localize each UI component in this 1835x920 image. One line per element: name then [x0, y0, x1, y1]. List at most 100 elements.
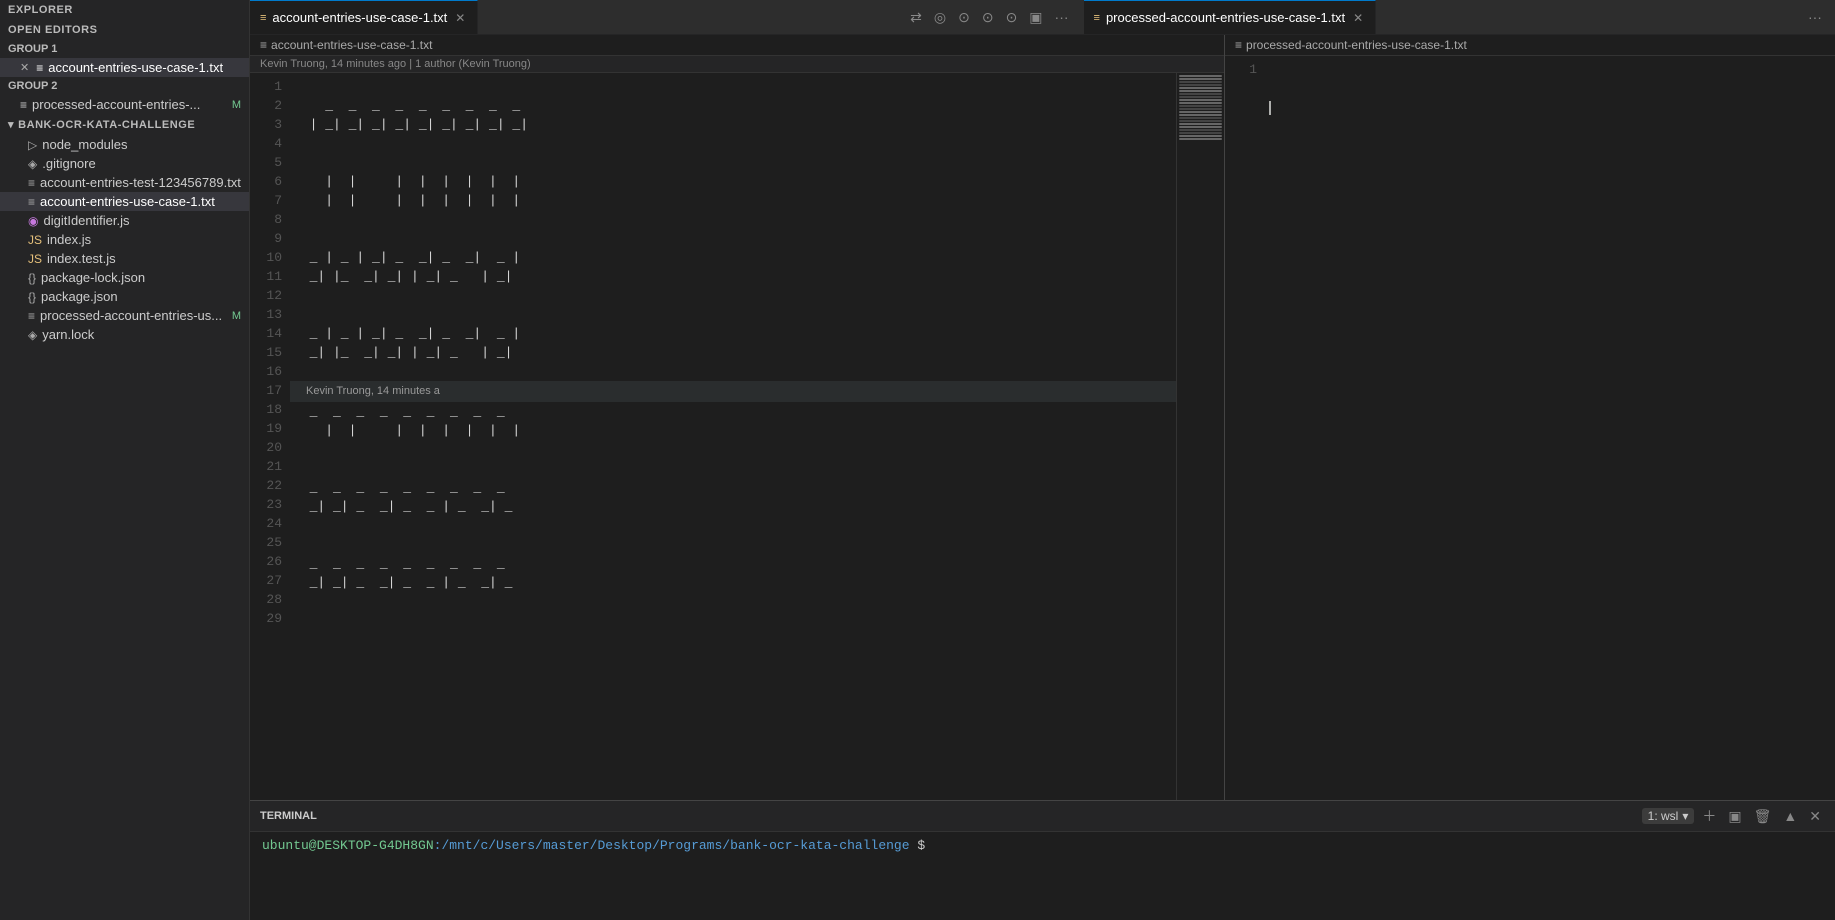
open-editors-header[interactable]: OPEN EDITORS — [0, 20, 249, 40]
split-right-icon[interactable]: ▣ — [1024, 6, 1047, 29]
terminal-user: ubuntu@DESKTOP-G4DH8GN — [262, 838, 434, 853]
sidebar-tree-item[interactable]: ≡account-entries-use-case-1.txt — [0, 192, 249, 211]
right-tab-icon: ≡ — [1094, 12, 1100, 24]
file-icon: JS — [28, 233, 42, 247]
terminal-title: TERMINAL — [260, 810, 317, 822]
minimap — [1176, 73, 1224, 800]
code-line — [290, 592, 1176, 611]
terminal-body[interactable]: ubuntu@DESKTOP-G4DH8GN:/mnt/c/Users/mast… — [250, 832, 1835, 920]
left-tab-close-icon[interactable]: ✕ — [453, 9, 467, 27]
new-terminal-icon[interactable]: ＋ — [1698, 804, 1720, 828]
code-line: _ _ _ _ _ _ _ _ _ — [290, 402, 1176, 421]
right-line-numbers: 1 — [1225, 56, 1265, 800]
file-icon: JS — [28, 252, 42, 266]
right-line-1: 1 — [1233, 60, 1257, 79]
code-line — [290, 77, 1176, 96]
line-number: 24 — [258, 514, 282, 533]
breadcrumb-filename: account-entries-use-case-1.txt — [271, 38, 432, 52]
project-header[interactable]: ▾ BANK-OCR-KATA-CHALLENGE — [0, 114, 249, 135]
line-number: 14 — [258, 324, 282, 343]
open-editor-filename-1: account-entries-use-case-1.txt — [48, 60, 223, 75]
left-editor-content[interactable]: 1234567891011121314151617181920212223242… — [250, 73, 1224, 800]
sidebar-tree-item[interactable]: ≡account-entries-test-123456789.txt — [0, 173, 249, 192]
right-tab-close-icon[interactable]: ✕ — [1351, 9, 1365, 27]
line-numbers: 1234567891011121314151617181920212223242… — [250, 73, 290, 800]
sidebar-tree-item[interactable]: ◈yarn.lock — [0, 325, 249, 344]
go-live-icon[interactable]: ◎ — [929, 6, 951, 29]
right-panel-more-icon[interactable]: ··· — [1803, 6, 1827, 28]
line-number: 4 — [258, 134, 282, 153]
line-number: 17 — [258, 381, 282, 400]
code-line: | | | | | | | | — [290, 172, 1176, 191]
close-terminal-icon[interactable]: ✕ — [1805, 806, 1825, 827]
nav-back-icon[interactable]: ⊙ — [953, 6, 975, 29]
split-editor-icon[interactable]: ⇄ — [905, 6, 927, 29]
file-icon: ≡ — [28, 195, 35, 209]
explorer-header[interactable]: EXPLORER — [0, 0, 249, 20]
blame-info: Kevin Truong, 14 minutes ago | 1 author … — [260, 58, 531, 70]
editor-panels: ≡ account-entries-use-case-1.txt Kevin T… — [250, 35, 1835, 800]
right-tab-filename: processed-account-entries-use-case-1.txt — [1106, 10, 1345, 25]
file-icon: ◈ — [28, 328, 37, 342]
line-number: 29 — [258, 609, 282, 628]
sidebar-tree-item[interactable]: JSindex.js — [0, 230, 249, 249]
right-tab[interactable]: ≡ processed-account-entries-use-case-1.t… — [1084, 0, 1377, 34]
modified-badge: M — [232, 310, 241, 322]
breadcrumb-icon: ≡ — [260, 38, 267, 52]
more-actions-icon[interactable]: ··· — [1050, 6, 1074, 28]
left-tab-filename: account-entries-use-case-1.txt — [272, 10, 447, 25]
file-icon: {} — [28, 271, 36, 285]
open-editor-filename-2: processed-account-entries-... — [32, 97, 200, 112]
sidebar-tree-item[interactable]: ≡processed-account-entries-us...M — [0, 306, 249, 325]
code-editor[interactable]: _ _ _ _ _ _ _ _ _ | _| _| _| _| _| _| _|… — [290, 73, 1176, 800]
open-editor-item-1[interactable]: ✕ ≡ account-entries-use-case-1.txt — [0, 58, 249, 77]
right-editor-content[interactable]: 1 — [1225, 56, 1835, 800]
run-icon[interactable]: ⊙ — [1001, 6, 1023, 29]
open-editor-item-2[interactable]: ≡ processed-account-entries-... M — [0, 95, 249, 114]
explorer-label: EXPLORER — [8, 4, 73, 16]
file-name: account-entries-test-123456789.txt — [40, 175, 241, 190]
code-line: | _| _| _| _| _| _| _| _| _| — [290, 115, 1176, 134]
file-icon: ≡ — [28, 309, 35, 323]
file-icon-2: ≡ — [20, 98, 27, 112]
line-number: 10 — [258, 248, 282, 267]
right-breadcrumb: ≡ processed-account-entries-use-case-1.t… — [1225, 35, 1835, 56]
sidebar-tree-item[interactable]: {} package-lock.json — [0, 268, 249, 287]
code-line: _ _ _ _ _ _ _ _ _ — [290, 554, 1176, 573]
sidebar-tree-item[interactable]: ◉digitIdentifier.js — [0, 211, 249, 230]
code-line: _ | _ | _| _ _| _ _| _ | — [290, 248, 1176, 267]
split-terminal-icon[interactable]: ▣ — [1724, 806, 1745, 827]
sidebar-tree-item[interactable]: ◈.gitignore — [0, 154, 249, 173]
line-number: 2 — [258, 96, 282, 115]
chevron-down-icon-terminal: ▾ — [1682, 809, 1688, 823]
line-number: 26 — [258, 552, 282, 571]
line-number: 21 — [258, 457, 282, 476]
file-name: index.test.js — [47, 251, 116, 266]
file-name: package-lock.json — [41, 270, 145, 285]
terminal-wsl-selector[interactable]: 1: wsl ▾ — [1642, 808, 1695, 824]
chevron-down-icon: ▾ — [8, 118, 14, 131]
delete-terminal-icon[interactable]: 🗑 — [1750, 806, 1776, 827]
line-number: 23 — [258, 495, 282, 514]
code-line: Kevin Truong, 14 minutes a — [290, 381, 1176, 402]
right-code-editor[interactable] — [1265, 56, 1835, 800]
right-code-line-1 — [1265, 98, 1835, 117]
sidebar-tree-item[interactable]: {}package.json — [0, 287, 249, 306]
sidebar-tree-item[interactable]: ▷node_modules — [0, 135, 249, 154]
line-number: 13 — [258, 305, 282, 324]
nav-fwd-icon[interactable]: ⊙ — [977, 6, 999, 29]
minimap-content — [1177, 73, 1224, 142]
line-number: 12 — [258, 286, 282, 305]
line-number: 25 — [258, 533, 282, 552]
code-line — [290, 362, 1176, 381]
open-editors-label: OPEN EDITORS — [8, 24, 98, 36]
right-editor-panel: ≡ processed-account-entries-use-case-1.t… — [1225, 35, 1835, 800]
maximize-terminal-icon[interactable]: ▲ — [1779, 806, 1801, 826]
file-icon: ◈ — [28, 157, 37, 171]
code-line — [290, 305, 1176, 324]
editor-area: ≡ account-entries-use-case-1.txt ✕ ⇄ ◎ ⊙… — [250, 0, 1835, 800]
sidebar-tree-item[interactable]: JS index.test.js — [0, 249, 249, 268]
line-number: 15 — [258, 343, 282, 362]
left-tab[interactable]: ≡ account-entries-use-case-1.txt ✕ — [250, 0, 478, 34]
close-icon[interactable]: ✕ — [20, 61, 29, 74]
